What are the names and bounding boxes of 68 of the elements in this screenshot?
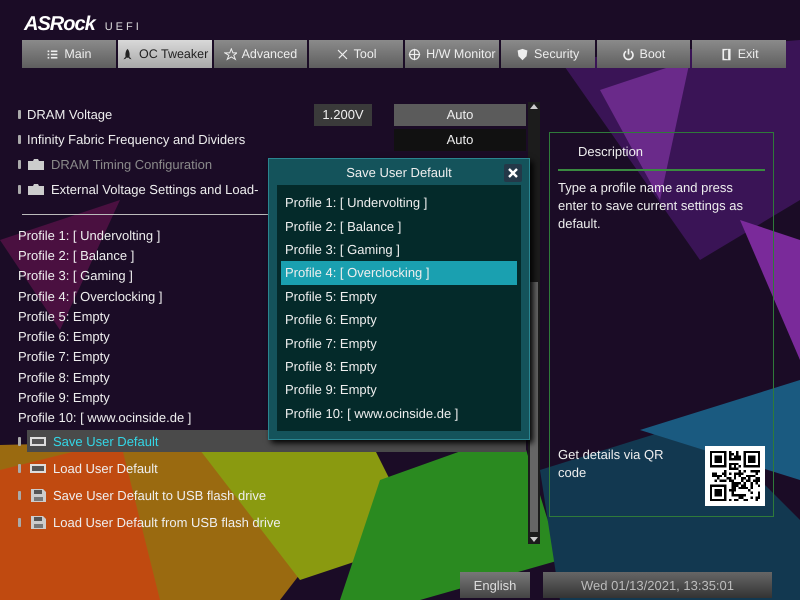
- qr-hint: Get details via QR code: [558, 446, 664, 482]
- date-time: Wed 01/13/2021, 13:35:01: [543, 572, 772, 598]
- profile-label: Profile 8: Empty: [18, 370, 110, 385]
- profile-option[interactable]: Profile 5: Empty: [281, 284, 517, 308]
- item-marker: [18, 436, 21, 446]
- profile-option[interactable]: Profile 1: [ Undervolting ]: [281, 191, 517, 214]
- profile-label: Profile 3: [ Gaming ]: [18, 268, 133, 284]
- value-field[interactable]: 1.200V: [314, 104, 372, 126]
- profile-label: Profile 9: Empty: [18, 390, 110, 406]
- profile-option[interactable]: Profile 8: Empty: [281, 354, 517, 378]
- tab[interactable]: Security: [500, 40, 594, 68]
- option-field[interactable]: Auto: [394, 104, 526, 126]
- chip-icon: [29, 434, 47, 448]
- item-marker: [18, 110, 21, 119]
- folder-icon: [27, 158, 45, 171]
- tab[interactable]: Main: [22, 40, 116, 68]
- door-icon: [720, 48, 733, 60]
- target-icon: [408, 48, 422, 60]
- brand-logo: ASRock: [24, 13, 95, 36]
- scroll-up-icon[interactable]: [529, 102, 539, 112]
- qr-code: [705, 446, 765, 506]
- profile-option[interactable]: Profile 6: Empty: [281, 308, 517, 332]
- submenu-item[interactable]: External Voltage Settings and Load-: [51, 182, 258, 197]
- profile-option[interactable]: Profile 2: [ Balance ]: [281, 214, 517, 238]
- profile-label: Profile 6: Empty: [18, 329, 110, 344]
- setting-label: Infinity Fabric Frequency and Dividers: [27, 132, 246, 147]
- menu-item[interactable]: Load User Default from USB flash drive: [27, 511, 526, 534]
- setting-label: DRAM Voltage: [27, 107, 112, 122]
- item-marker: [18, 518, 21, 527]
- folder-icon: [27, 183, 45, 196]
- item-marker: [18, 160, 21, 169]
- item-marker: [18, 135, 21, 144]
- profile-label: Profile 10: [ www.ocinside.de ]: [18, 410, 192, 426]
- tab[interactable]: Advanced: [214, 40, 308, 68]
- tab[interactable]: Tool: [309, 40, 403, 68]
- menu-item[interactable]: Load User Default: [27, 457, 526, 480]
- tab[interactable]: OC Tweaker: [118, 40, 212, 68]
- profile-label: Profile 2: [ Balance ]: [18, 248, 134, 263]
- profile-label: Profile 5: Empty: [18, 308, 110, 324]
- item-marker: [18, 464, 21, 473]
- description-text: Type a profile name and press enter to save current settings as default.: [558, 179, 744, 233]
- close-button[interactable]: [504, 164, 522, 182]
- language-button[interactable]: English: [460, 572, 530, 598]
- panel-title: Description: [558, 133, 765, 171]
- profile-label: Profile 7: Empty: [18, 349, 110, 364]
- menu-item[interactable]: Save User Default to USB flash drive: [27, 484, 526, 506]
- star-icon: [224, 48, 237, 60]
- logo-subtitle: UEFI: [104, 21, 142, 35]
- close-icon: [508, 168, 518, 178]
- profile-label: Profile 1: [ Undervolting ]: [18, 228, 160, 243]
- item-marker: [18, 185, 21, 194]
- profile-label: Profile 4: [ Overclocking ]: [18, 288, 162, 304]
- shield-icon: [516, 48, 530, 60]
- profile-option[interactable]: Profile 7: Empty: [281, 331, 517, 355]
- tab[interactable]: H/W Monitor: [405, 40, 499, 68]
- tab[interactable]: Exit: [692, 40, 786, 68]
- power-icon: [622, 48, 635, 60]
- option-field[interactable]: Auto: [394, 128, 526, 150]
- dialog-title: Save User Default: [346, 164, 452, 180]
- profile-option[interactable]: Profile 10: [ www.ocinside.de ]: [281, 402, 517, 425]
- profile-option[interactable]: Profile 3: [ Gaming ]: [281, 238, 517, 262]
- scroll-down-icon[interactable]: [529, 534, 539, 544]
- list-icon: [46, 48, 60, 60]
- profile-option[interactable]: Profile 9: Empty: [281, 378, 517, 402]
- rocket-icon: [121, 48, 134, 60]
- tab[interactable]: Boot: [596, 40, 690, 68]
- item-marker: [18, 490, 21, 500]
- tools-icon: [336, 48, 349, 60]
